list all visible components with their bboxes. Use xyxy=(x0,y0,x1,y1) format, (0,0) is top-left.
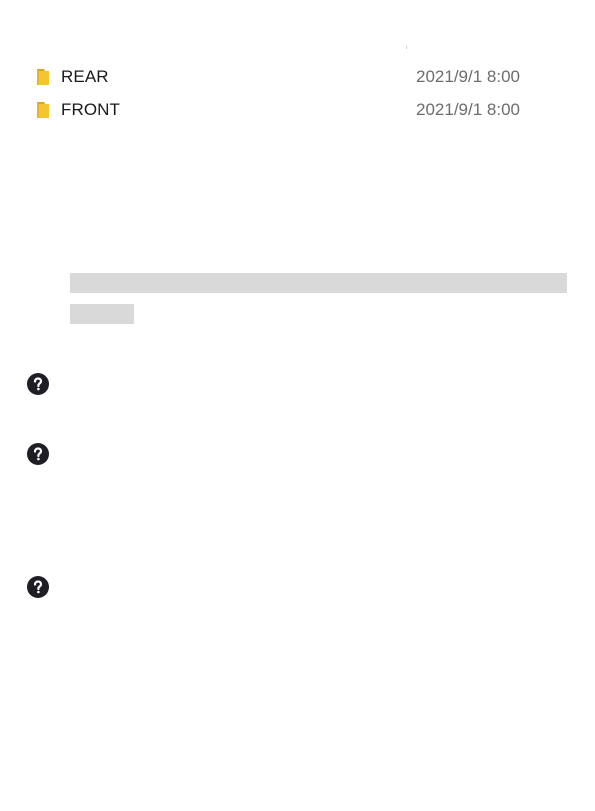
file-row-front[interactable]: FRONT 2021/9/1 8:00 xyxy=(30,97,550,123)
folder-icon xyxy=(32,99,54,121)
file-name: REAR xyxy=(61,67,109,86)
file-row-rear[interactable]: REAR 2021/9/1 8:00 xyxy=(30,64,550,90)
question-circle-icon[interactable] xyxy=(27,373,49,395)
file-modified-date: 2021/9/1 8:00 xyxy=(416,100,520,119)
file-modified-date: 2021/9/1 8:00 xyxy=(416,67,520,86)
file-name: FRONT xyxy=(61,100,121,119)
redacted-text-line xyxy=(70,304,134,324)
redacted-text-line xyxy=(70,273,567,293)
question-circle-icon[interactable] xyxy=(27,576,49,598)
folder-icon xyxy=(32,66,54,88)
divider-mark xyxy=(406,46,407,49)
question-circle-icon[interactable] xyxy=(27,443,49,465)
